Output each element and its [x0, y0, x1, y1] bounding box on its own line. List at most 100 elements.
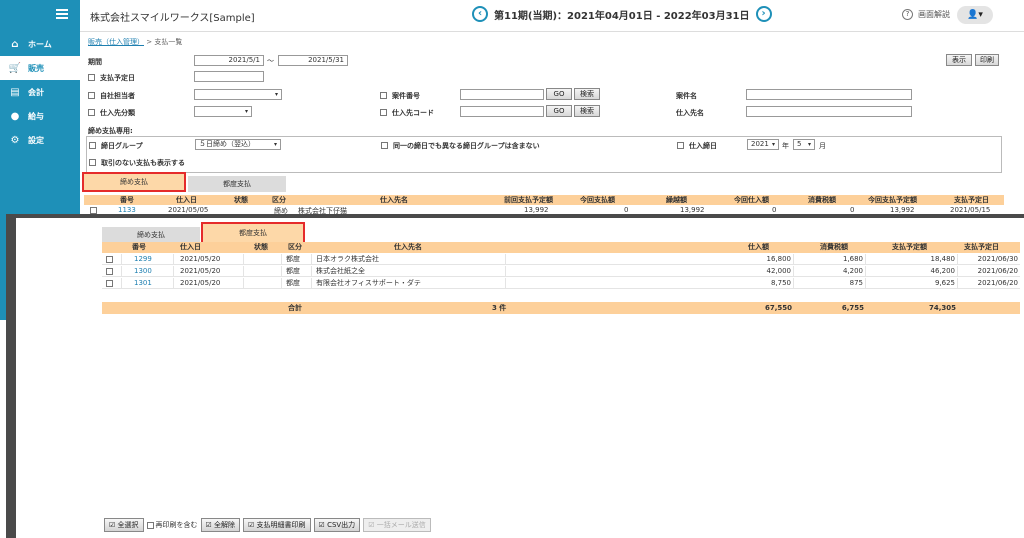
pay-date-label: 支払予定日	[100, 74, 135, 82]
csv-export-label: CSV出力	[327, 521, 356, 529]
tab-closing-payment[interactable]: 締め支払	[82, 172, 186, 192]
csv-export-button[interactable]: ☑ CSV出力	[313, 518, 361, 532]
row-checkbox[interactable]	[106, 280, 113, 287]
project-name-input[interactable]	[746, 89, 912, 100]
tab-closing-payment[interactable]: 締め支払	[102, 227, 200, 243]
show-button[interactable]: 表示	[946, 54, 972, 66]
sidebar-item-label: 会計	[28, 87, 44, 97]
row-number-link[interactable]: 1133	[118, 206, 136, 214]
supplier-code-search-button[interactable]: 検索	[574, 105, 600, 117]
dropdown-arrow-icon: ▾	[771, 141, 775, 148]
next-period-icon[interactable]: ›	[755, 6, 772, 22]
col-header: 仕入先名	[394, 243, 422, 251]
sidebar-item-label: 販売	[28, 63, 44, 73]
sidebar-item-settings[interactable]: ⚙ 設定	[0, 128, 80, 152]
dropdown-arrow-icon: ▾	[807, 141, 811, 148]
pay-date-input[interactable]	[194, 71, 264, 82]
checkbox-box	[146, 521, 154, 529]
fiscal-period: ‹ 第11期(当期)：2021年04月01日 - 2022年03月31日 ›	[472, 6, 772, 22]
col-header: 支払予定日	[954, 196, 989, 204]
table-total-row: 合計 3 件 67,550 6,755 74,305	[102, 302, 1020, 314]
supplier-code-go-button[interactable]: GO	[546, 105, 572, 117]
row-date: 2021/05/20	[180, 266, 244, 276]
supplier-code-checkbox[interactable]	[380, 109, 387, 116]
tab-per-payment[interactable]: 都度支払	[201, 222, 305, 244]
sidebar-item-accounting[interactable]: ▤ 会計	[0, 80, 80, 104]
project-no-search-button[interactable]: 検索	[574, 88, 600, 100]
col-header: 前回支払予定額	[504, 196, 553, 204]
select-all-label: 全選択	[117, 521, 139, 529]
row-due-amount: 46,200	[866, 266, 958, 276]
print-statement-label: 支払明細書印刷	[256, 521, 306, 529]
tab-per-payment[interactable]: 都度支払	[188, 176, 286, 192]
clear-all-button[interactable]: ☑ 全解除	[200, 518, 241, 532]
period-to-input[interactable]: 2021/5/31	[278, 55, 348, 66]
row-number-link[interactable]: 1301	[134, 278, 174, 288]
row-amount: 42,000	[722, 266, 794, 276]
col-header: 今回支払予定額	[868, 196, 917, 204]
per-payment-panel: 締め支払 都度支払 番号 仕入日 状態 区分 仕入先名 仕入額 消費税額 支払予…	[16, 218, 1024, 538]
supplier-code-input[interactable]	[460, 106, 544, 117]
period-tilde: ～	[267, 57, 274, 65]
col-header: 支払予定額	[892, 243, 927, 251]
supplier-category-select[interactable]: ▾	[194, 106, 252, 117]
col-header: 区分	[272, 196, 286, 204]
year-unit: 年	[782, 142, 789, 150]
help-icon: ?	[902, 9, 913, 20]
back-table-header: 番号 仕入日 状態 区分 仕入先名 前回支払予定額 今回支払額 繰越額 今回仕入…	[84, 195, 1004, 205]
closing-filter-box: 締日グループ ５日締め（翌込） ▾ 同一の締日でも異なる締日グループは含まない 仕…	[86, 136, 1002, 173]
row-prev-amount: 13,992	[524, 206, 549, 214]
supplier-category-checkbox[interactable]	[88, 109, 95, 116]
closing-group-select[interactable]: ５日締め（翌込） ▾	[195, 139, 281, 150]
help-link[interactable]: ? 画面解説	[902, 9, 950, 20]
closing-group-checkbox[interactable]	[89, 142, 96, 149]
row-checkbox[interactable]	[106, 256, 113, 263]
project-no-input[interactable]	[460, 89, 544, 100]
project-no-go-button[interactable]: GO	[546, 88, 572, 100]
col-header: 状態	[254, 243, 268, 251]
company-name: 株式会社スマイルワークス[Sample]	[90, 13, 255, 24]
select-all-button[interactable]: ☑ 全選択	[104, 518, 144, 532]
month-select[interactable]: 5 ▾	[793, 139, 815, 150]
row-due-date: 2021/06/30	[977, 255, 1018, 263]
print-button[interactable]: 印刷	[975, 54, 999, 66]
purchase-close-checkbox[interactable]	[677, 142, 684, 149]
row-supplier: 日本オラク株式会社	[316, 254, 506, 264]
col-header: 仕入先名	[380, 196, 408, 204]
row-tax: 4,200	[794, 266, 866, 276]
row-number-link[interactable]: 1300	[134, 266, 174, 276]
bottom-toolbar: ☑ 全選択 再印刷を含む ☑ 全解除 ☑ 支払明細書印刷 ☑ CSV出力 ☑ 一…	[102, 515, 1020, 535]
bulk-mail-button[interactable]: ☑ 一括メール送信	[363, 518, 431, 532]
project-no-checkbox[interactable]	[380, 92, 387, 99]
staff-checkbox[interactable]	[88, 92, 95, 99]
prev-period-icon[interactable]: ‹	[472, 6, 488, 22]
calculator-icon: ▤	[10, 86, 20, 98]
year-select[interactable]: 2021 ▾	[747, 139, 779, 150]
user-menu-button[interactable]: 👤▾	[957, 6, 993, 24]
col-header: 今回支払額	[580, 196, 615, 204]
sidebar-item-payroll[interactable]: ● 給与	[0, 104, 80, 128]
pay-date-checkbox[interactable]	[88, 74, 95, 81]
row-checkbox[interactable]	[90, 207, 97, 214]
row-number-link[interactable]: 1299	[134, 254, 174, 264]
staff-select[interactable]: ▾	[194, 89, 282, 100]
sidebar-item-home[interactable]: ⌂ ホーム	[0, 32, 80, 56]
col-header: 仕入日	[176, 196, 197, 204]
hamburger-menu-icon[interactable]	[56, 9, 68, 19]
supplier-name-input[interactable]	[746, 106, 912, 117]
row-purchase: 0	[772, 206, 777, 214]
breadcrumb-current: 支払一覧	[154, 38, 183, 46]
money-bag-icon: ●	[10, 110, 20, 122]
row-checkbox[interactable]	[106, 268, 113, 275]
sidebar-item-sales[interactable]: 🛒 販売	[0, 56, 80, 80]
fiscal-period-label: 第11期(当期)：2021年04月01日 - 2022年03月31日	[494, 10, 750, 22]
row-due-amount: 9,625	[866, 278, 958, 288]
period-from-input[interactable]: 2021/5/1	[194, 55, 264, 66]
breadcrumb-link[interactable]: 販売（仕入管理）	[88, 38, 144, 46]
closing-group-label: 締日グループ	[101, 142, 143, 150]
same-group-checkbox[interactable]	[381, 142, 388, 149]
no-trade-checkbox[interactable]	[89, 159, 96, 166]
reprint-checkbox[interactable]: 再印刷を含む	[146, 520, 198, 530]
project-no-label: 案件番号	[392, 92, 420, 100]
print-statement-button[interactable]: ☑ 支払明細書印刷	[243, 518, 311, 532]
